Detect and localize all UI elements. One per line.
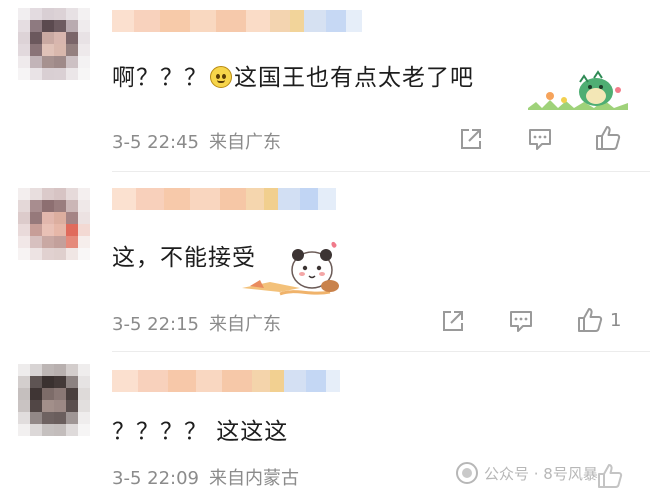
like-button[interactable]: [596, 462, 624, 490]
share-button[interactable]: [440, 308, 466, 334]
comment-button[interactable]: [527, 126, 553, 152]
share-icon: [443, 311, 463, 331]
comment-text: 啊？？？ 这国王也有点太老了吧: [112, 65, 474, 91]
comment-meta: 3-5 22:15 来自广东: [112, 310, 281, 336]
avatar[interactable]: [18, 364, 90, 436]
watermark: 公众号 · 8号风暴: [456, 462, 598, 484]
avatar[interactable]: [18, 188, 90, 260]
username-blurred[interactable]: [112, 370, 340, 392]
comment-meta: 3-5 22:09 来自内蒙古: [112, 464, 299, 490]
laughing-face-emoji: [210, 66, 232, 88]
comment-meta: 3-5 22:45 来自广东: [112, 128, 281, 154]
comment-location: 来自内蒙古: [209, 468, 299, 489]
like-button[interactable]: 1: [576, 306, 621, 334]
comment-icon: [529, 129, 551, 150]
comment-location: 来自广东: [209, 132, 281, 153]
share-icon: [461, 129, 481, 149]
green-dinosaur-sticker: [528, 70, 628, 114]
like-button[interactable]: [594, 124, 628, 152]
username-blurred[interactable]: [112, 188, 336, 210]
comment-item: 啊？？？ 这国王也有点太老了吧 3-5 22:45 来自广东: [0, 0, 650, 172]
comment-button[interactable]: [508, 308, 534, 334]
comment-time: 3-5 22:45: [112, 132, 199, 153]
avatar[interactable]: [18, 8, 90, 80]
comment-text: 这，不能接受: [112, 245, 256, 271]
thumbs-up-icon: [578, 308, 603, 332]
thumbs-up-icon: [598, 464, 623, 488]
thumbs-up-icon: [596, 126, 621, 150]
comment-text: ？？？？ 这这这: [112, 419, 289, 445]
comment-item: 这，不能接受 3-5 22:15 来自广东 1: [0, 172, 650, 352]
comment-icon: [510, 311, 532, 332]
username-blurred[interactable]: [112, 10, 362, 32]
panda-sticker: [240, 238, 350, 302]
watermark-text: 公众号 · 8号风暴: [484, 464, 598, 483]
share-button[interactable]: [458, 126, 484, 152]
comment-location: 来自广东: [209, 314, 281, 335]
comment-time: 3-5 22:09: [112, 468, 199, 489]
comment-time: 3-5 22:15: [112, 314, 199, 335]
like-count: 1: [610, 309, 622, 331]
wechat-logo-icon: [456, 462, 478, 484]
